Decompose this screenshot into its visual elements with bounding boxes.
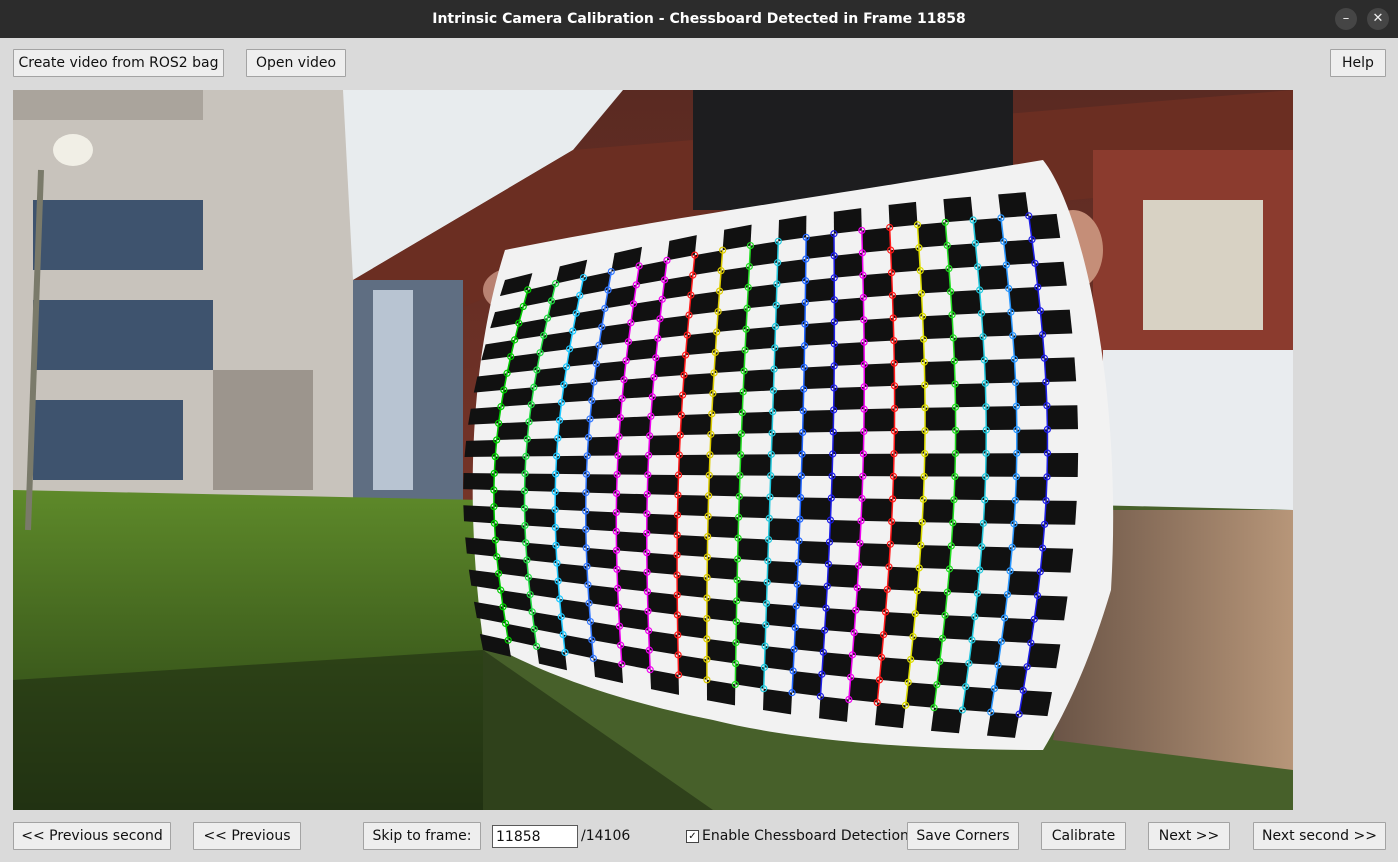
next-button[interactable]: Next >> [1148, 822, 1230, 850]
previous-second-button[interactable]: << Previous second [13, 822, 171, 850]
total-frames-label: /14106 [581, 828, 631, 844]
minimize-icon[interactable]: – [1335, 8, 1357, 30]
open-video-button[interactable]: Open video [246, 49, 346, 77]
video-frame-display [13, 90, 1293, 810]
skip-to-frame-button[interactable]: Skip to frame: [363, 822, 481, 850]
save-corners-button[interactable]: Save Corners [907, 822, 1019, 850]
previous-button[interactable]: << Previous [193, 822, 301, 850]
next-second-button[interactable]: Next second >> [1253, 822, 1386, 850]
create-video-from-ros2-bag-button[interactable]: Create video from ROS2 bag [13, 49, 224, 77]
chessboard-detection-label: Enable Chessboard Detection [702, 828, 909, 844]
chessboard-detection-checkbox[interactable]: ✓ [686, 830, 699, 843]
window-title: Intrinsic Camera Calibration - Chessboar… [432, 11, 966, 27]
close-icon[interactable]: ✕ [1367, 8, 1389, 30]
window-titlebar: Intrinsic Camera Calibration - Chessboar… [0, 0, 1398, 38]
calibrate-button[interactable]: Calibrate [1041, 822, 1126, 850]
frame-number-input[interactable] [492, 825, 578, 848]
help-button[interactable]: Help [1330, 49, 1386, 77]
